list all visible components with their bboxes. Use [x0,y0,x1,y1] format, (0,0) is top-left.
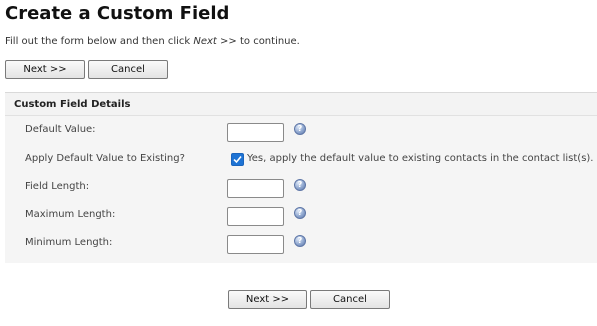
minimum-length-label: Minimum Length: [25,237,113,248]
next-button-top[interactable]: Next >> [5,60,85,79]
intro-text-end: to continue. [236,36,300,47]
custom-field-details-panel: Custom Field Details Default Value: ? Ap… [5,92,597,263]
minimum-length-help-icon[interactable]: ? [294,235,306,247]
apply-default-checkbox[interactable] [231,153,244,166]
page-title: Create a Custom Field [5,3,230,24]
maximum-length-label: Maximum Length: [25,209,116,220]
panel-title: Custom Field Details [14,99,131,110]
next-button-bottom[interactable]: Next >> [228,290,307,309]
field-length-input[interactable] [227,179,284,198]
default-value-help-icon[interactable]: ? [294,123,306,135]
apply-default-checkbox-label[interactable]: Yes, apply the default value to existing… [247,153,593,164]
cancel-button-bottom[interactable]: Cancel [310,290,390,309]
field-length-help-icon[interactable]: ? [294,179,306,191]
apply-default-label: Apply Default Value to Existing? [25,153,185,164]
default-value-label: Default Value: [25,124,96,135]
intro-text-start: Fill out the form below and then click [5,36,194,47]
cancel-button-top[interactable]: Cancel [88,60,168,79]
intro-text: Fill out the form below and then click N… [5,36,300,47]
maximum-length-input[interactable] [227,207,284,226]
panel-header: Custom Field Details [5,93,597,116]
field-length-label: Field Length: [25,181,90,192]
maximum-length-help-icon[interactable]: ? [294,207,306,219]
intro-text-emphasis: Next >> [193,36,237,47]
default-value-input[interactable] [227,123,284,142]
minimum-length-input[interactable] [227,235,284,254]
